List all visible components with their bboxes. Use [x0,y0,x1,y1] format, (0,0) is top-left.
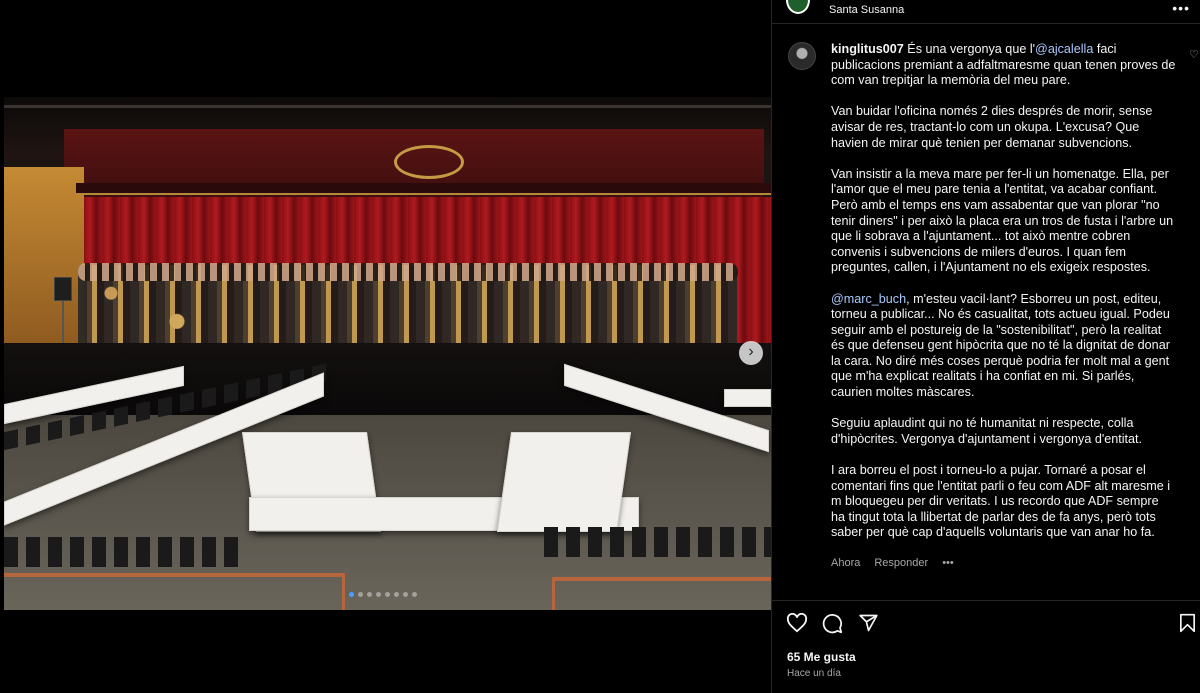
photo-chairs [4,537,244,567]
comment-username[interactable]: kinglitus007 [831,42,904,56]
photo-valance [76,183,771,195]
more-horizontal-icon[interactable]: ••• [1172,0,1190,16]
photo-railing-post [552,577,555,610]
comment-icon[interactable] [822,613,843,634]
send-icon[interactable] [858,613,879,633]
photo-table [496,432,632,532]
carousel-dot[interactable] [412,592,417,597]
comment-paragraph: Seguiu aplaudint qui no té humanitat ni … [831,416,1143,446]
post-location[interactable]: Santa Susanna [829,4,904,16]
carousel-dot[interactable] [394,592,399,597]
photo-crowd-heads [78,263,738,281]
comment-text: És una vergonya que l' [907,42,1036,56]
carousel-dot[interactable] [385,592,390,597]
comment-paragraph: Van buidar l'oficina només 2 dies despré… [831,104,1153,150]
photo-truss [4,105,771,108]
carousel-dot[interactable] [376,592,381,597]
bookmark-icon[interactable] [1179,613,1196,633]
photo-chairs [544,527,771,557]
commenter-avatar[interactable] [788,42,816,70]
comment-mention[interactable]: @marc_buch [831,292,906,306]
photo-railing [4,573,344,577]
carousel-dot[interactable] [358,592,363,597]
carousel-dot[interactable] [403,592,408,597]
like-count[interactable]: 65 Me gusta [787,650,856,664]
comment-paragraph: I ara borreu el post i torneu-lo a pujar… [831,463,1171,540]
comment-time: Ahora [831,557,861,569]
post-header: Santa Susanna ••• [772,0,1200,24]
post-photo[interactable] [4,97,771,610]
comment-text: , m'esteu vacil·lant? Esborreu un post, … [831,291,1170,400]
post-actions [772,600,1200,640]
heart-icon[interactable] [786,613,808,633]
carousel-dot[interactable] [349,592,354,597]
media-pane: › [0,0,771,693]
comment-paragraph: @marc_buch, m'esteu vacil·lant? Esborreu… [831,292,1176,401]
photo-wall-side [4,167,84,347]
reply-button[interactable]: Responder [874,557,928,569]
comment-mention[interactable]: @ajcalella [1035,42,1093,56]
post-side-panel: Santa Susanna ••• kinglitus007 És una ve… [771,0,1200,693]
comment-meta: Ahora Responder ••• [831,557,954,569]
comment-body: kinglitus007 És una vergonya que l'@ajca… [831,42,1176,557]
photo-table [724,389,771,407]
post-time: Hace un día [787,668,841,679]
photo-speaker [54,277,72,301]
photo-emblem [394,145,464,179]
photo-railing-post [342,573,345,610]
author-avatar[interactable] [786,0,810,14]
comment-heart-icon[interactable]: ♡ [1189,48,1199,61]
carousel-dots [349,592,417,597]
comment-more-icon[interactable]: ••• [942,557,954,569]
comment-paragraph: kinglitus007 És una vergonya que l'@ajca… [831,42,1176,89]
chevron-right-icon: › [748,343,754,360]
carousel-dot[interactable] [367,592,372,597]
photo-railing [552,577,771,581]
comment-paragraph: Van insistir a la meva mare per fer-li u… [831,166,1174,275]
carousel-next-button[interactable]: › [739,341,763,365]
